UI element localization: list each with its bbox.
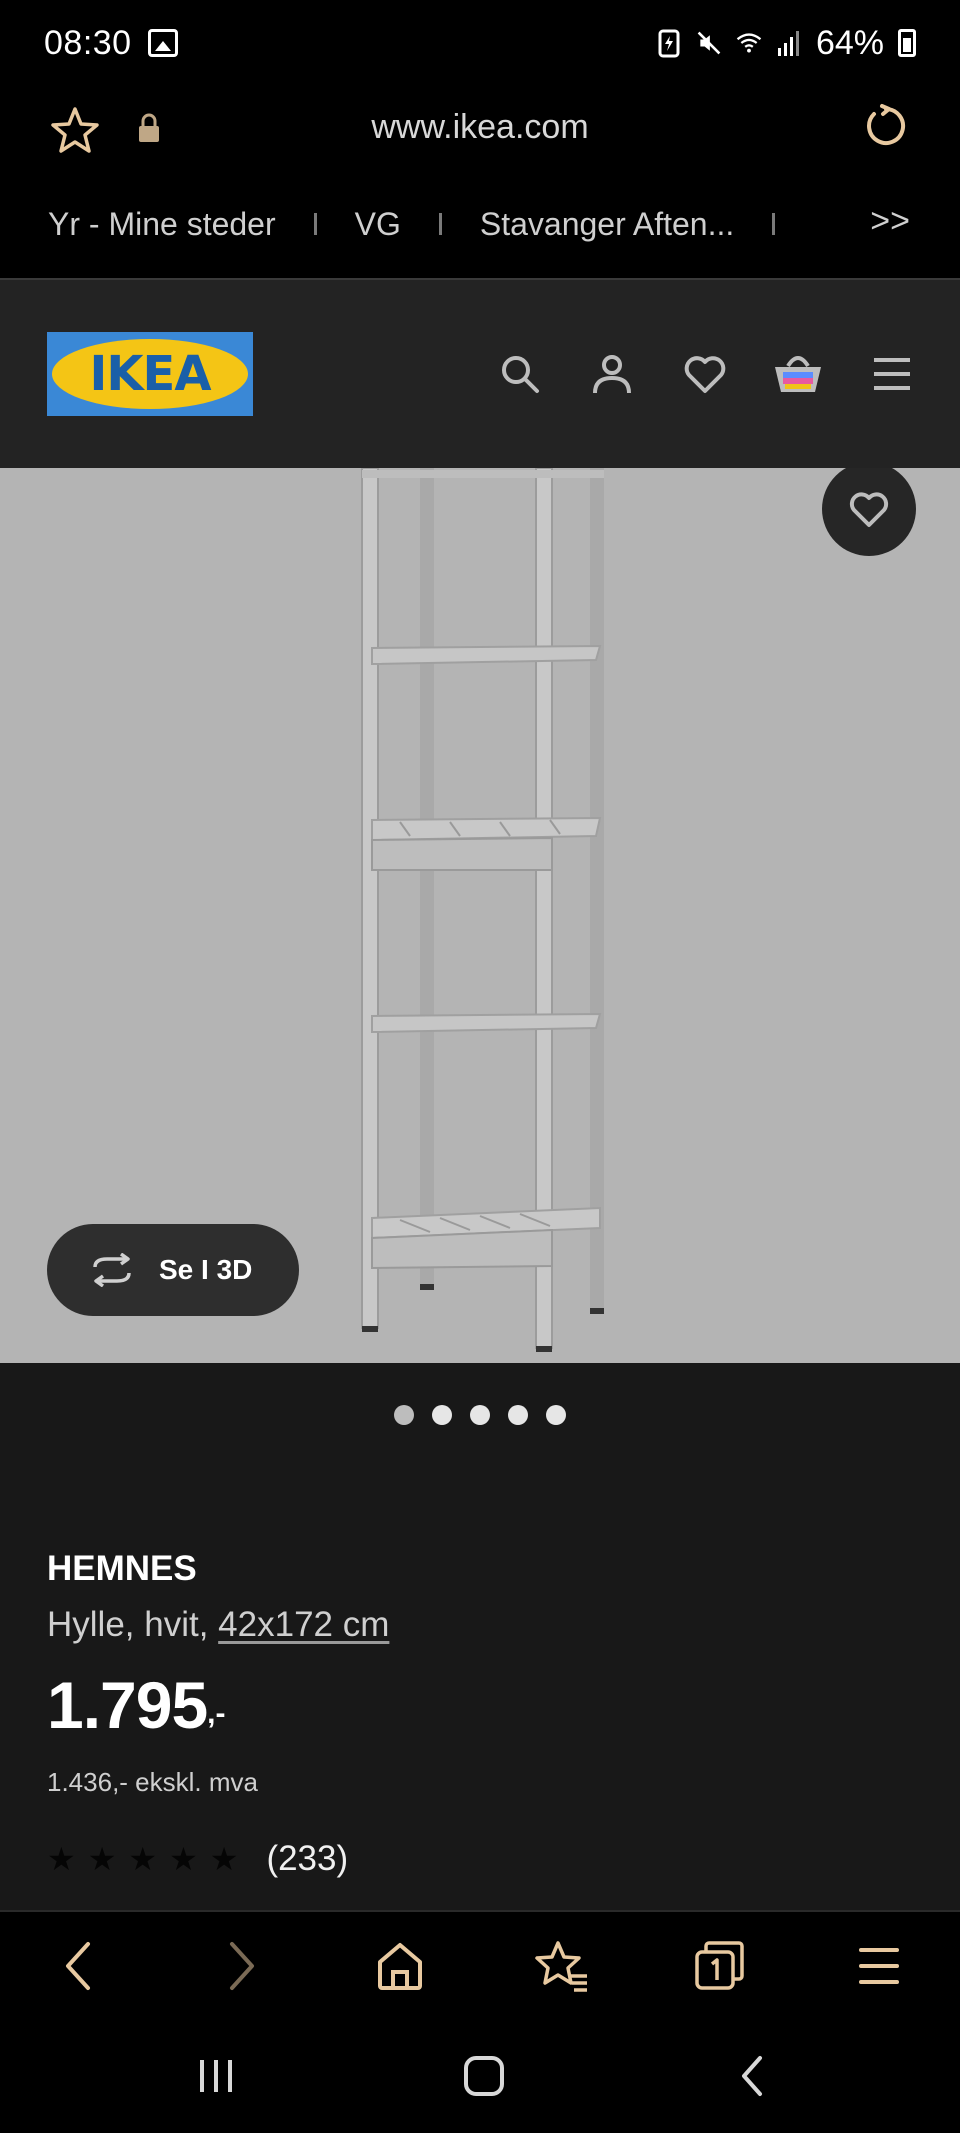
back-icon[interactable] [58,1938,98,1994]
rating-star-icon: ★ [87,1841,117,1877]
menu-icon[interactable] [872,352,912,396]
carousel-dot[interactable] [546,1405,566,1425]
carousel-dot[interactable] [432,1405,452,1425]
product-price: 1.795 ,- [47,1667,226,1743]
product-size-link[interactable]: 42x172 cm [218,1605,389,1644]
bookmark-vg[interactable]: VG [355,206,401,243]
bookmark-yr[interactable]: Yr - Mine steder [48,206,276,243]
signal-icon [777,31,799,56]
home-button-icon[interactable] [462,2054,506,2098]
account-icon[interactable] [590,352,634,396]
view-in-3d-button[interactable]: Se I 3D [47,1224,299,1316]
bookmarks-icon[interactable] [534,1938,590,1994]
more-bookmarks-button[interactable]: >> [870,202,910,241]
price-suffix: ,- [207,1697,226,1730]
recent-apps-icon[interactable] [196,2054,236,2098]
product-description: Hylle, hvit, 42x172 cm [47,1605,389,1645]
system-back-icon[interactable] [736,2054,768,2098]
battery-icon [898,29,916,57]
status-time: 08:30 [44,23,132,62]
heart-icon [849,492,889,527]
logo-text: IKEA [89,346,212,402]
product-type: Hylle, hvit, [47,1605,209,1644]
rating-star-icon: ★ [128,1841,158,1877]
product-image[interactable]: Se I 3D [0,468,960,1363]
wifi-icon [736,33,762,53]
product-info: HEMNES Hylle, hvit, 42x172 cm 1.795 ,- 1… [0,1467,960,1910]
battery-saver-icon [658,29,680,58]
logo-oval: IKEA [52,339,248,409]
bookmark-separator [438,213,442,235]
rating-star-icon: ★ [169,1841,198,1877]
browser-url-bar: www.ikea.com Yr - Mine steder VG Stavang… [0,86,960,256]
price-excluding-vat: 1.436,- ekskl. mva [47,1767,258,1797]
browser-toolbar [0,1910,960,2026]
system-navigation-bar [0,2026,960,2133]
carousel-dot[interactable] [508,1405,528,1425]
rating-star-icon: ★ [47,1841,76,1877]
bookmarks-bar: Yr - Mine steder VG Stavanger Aften... >… [0,196,960,252]
price-value: 1.795 [47,1668,208,1742]
review-count[interactable]: (233) [266,1839,348,1879]
wishlist-heart-icon[interactable] [683,352,727,396]
mute-icon [697,31,721,55]
url-text[interactable]: www.ikea.com [0,108,960,147]
gallery-notification-icon [147,29,178,57]
view-in-3d-label: Se I 3D [159,1254,253,1285]
status-indicators: 64% [656,24,916,63]
rotate-3d-icon [93,1253,131,1287]
tabs-icon[interactable] [692,1938,748,1994]
bookmark-separator [772,213,776,235]
site-header: IKEA [0,280,960,468]
bookmark-stavanger-aftenblad[interactable]: Stavanger Aften... [480,206,734,243]
home-icon[interactable] [374,1938,426,1994]
status-bar: 08:30 64% [0,0,960,86]
ikea-logo[interactable]: IKEA [47,332,253,416]
product-name: HEMNES [47,1549,197,1588]
image-carousel-dots [0,1363,960,1467]
carousel-dot[interactable] [394,1405,414,1425]
product-rating[interactable]: ★ ★ ★ ★ ★ (233) [47,1839,348,1879]
search-icon[interactable] [498,352,542,396]
forward-icon[interactable] [222,1938,262,1994]
bookmark-separator [313,213,317,235]
battery-percent: 64% [815,23,884,62]
reload-icon[interactable] [862,102,910,150]
carousel-dot[interactable] [470,1405,490,1425]
browser-menu-icon[interactable] [858,1938,900,1994]
shopping-bag-icon[interactable] [772,352,824,396]
rating-star-icon: ★ [209,1841,239,1877]
